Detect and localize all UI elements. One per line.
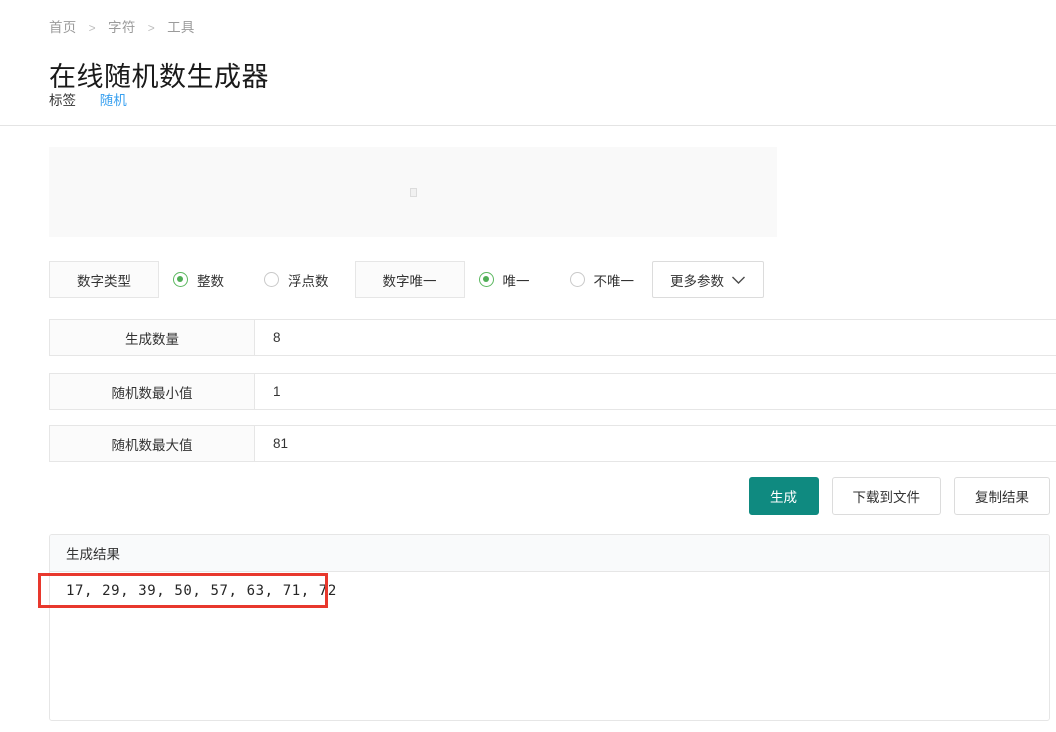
radio-integer-label: 整数 — [197, 273, 224, 289]
uniqueness-radio-group: 唯一 不唯一 — [465, 261, 635, 298]
field-row-min: 随机数最小值 1 — [49, 373, 1056, 410]
radio-not-unique[interactable]: 不唯一 — [569, 261, 635, 298]
more-params-label: 更多参数 — [670, 273, 724, 289]
input-count[interactable]: 8 — [255, 319, 1056, 356]
breadcrumb-item-tools[interactable]: 工具 — [167, 20, 195, 35]
radio-unchecked-icon[interactable] — [264, 272, 279, 287]
radio-float[interactable]: 浮点数 — [264, 261, 329, 298]
radio-integer[interactable]: 整数 — [173, 261, 224, 298]
field-label-count: 生成数量 — [49, 319, 255, 356]
header-divider — [0, 125, 1056, 126]
options-row: 数字类型 整数 浮点数 数字唯一 唯一 不唯一 更多参数 — [49, 261, 764, 298]
broken-image-icon — [409, 187, 417, 197]
action-button-row: 生成 下载到文件 复制结果 — [49, 477, 1050, 515]
breadcrumb-item-character[interactable]: 字符 — [108, 20, 136, 35]
radio-float-label: 浮点数 — [288, 273, 329, 289]
input-max[interactable]: 81 — [255, 425, 1056, 462]
radio-checked-icon[interactable] — [173, 272, 188, 287]
number-type-label: 数字类型 — [49, 261, 159, 298]
field-row-max: 随机数最大值 81 — [49, 425, 1056, 462]
radio-unique[interactable]: 唯一 — [478, 261, 530, 298]
radio-checked-icon[interactable] — [478, 272, 494, 287]
copy-result-button[interactable]: 复制结果 — [954, 477, 1050, 515]
radio-unchecked-icon[interactable] — [569, 272, 585, 287]
breadcrumb-item-home[interactable]: 首页 — [49, 20, 77, 35]
field-label-min: 随机数最小值 — [49, 373, 255, 410]
radio-unique-label: 唯一 — [502, 273, 530, 289]
ad-placeholder — [49, 147, 777, 237]
result-panel: 生成结果 17, 29, 39, 50, 57, 63, 71, 72 — [49, 534, 1050, 721]
page-root: 首页 > 字符 > 工具 在线随机数生成器 标签 随机 数字类型 整数 浮点数 — [0, 0, 1056, 732]
uniqueness-label: 数字唯一 — [354, 261, 465, 298]
result-output-text[interactable]: 17, 29, 39, 50, 57, 63, 71, 72 — [50, 572, 1049, 599]
download-button[interactable]: 下载到文件 — [831, 477, 941, 515]
tag-link-random[interactable]: 随机 — [100, 93, 127, 108]
breadcrumb: 首页 > 字符 > 工具 — [49, 16, 195, 36]
tag-row: 标签 随机 — [49, 89, 127, 109]
more-params-button[interactable]: 更多参数 — [652, 261, 764, 298]
generate-button[interactable]: 生成 — [748, 477, 819, 515]
tag-row-label: 标签 — [49, 93, 76, 108]
chevron-down-icon — [731, 275, 746, 285]
input-min[interactable]: 1 — [255, 373, 1056, 410]
field-label-max: 随机数最大值 — [49, 425, 255, 462]
number-type-radio-group: 整数 浮点数 — [159, 261, 329, 298]
breadcrumb-separator: > — [88, 21, 96, 35]
result-panel-header: 生成结果 — [50, 535, 1049, 572]
radio-not-unique-label: 不唯一 — [593, 273, 635, 289]
field-row-count: 生成数量 8 — [49, 319, 1056, 356]
breadcrumb-separator: > — [147, 21, 156, 35]
